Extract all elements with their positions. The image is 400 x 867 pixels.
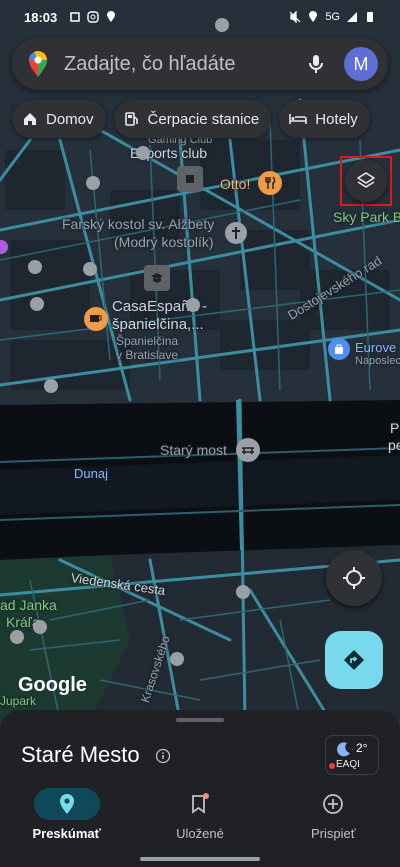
parking-icon[interactable] bbox=[83, 262, 97, 276]
map-label-stary-most[interactable]: Starý most bbox=[160, 442, 227, 458]
weather-temperature: 2° bbox=[356, 741, 368, 755]
chip-label: Čerpacie stanice bbox=[147, 110, 260, 128]
nav-saved[interactable]: Uložené bbox=[133, 788, 266, 848]
chip-hotels[interactable]: Hotely bbox=[279, 100, 370, 138]
map-label-sky-park[interactable]: Sky Park B bbox=[333, 209, 400, 225]
chip-gas-stations[interactable]: Čerpacie stanice bbox=[113, 100, 272, 138]
google-logo: Google bbox=[18, 674, 87, 696]
parking-icon[interactable] bbox=[86, 176, 100, 190]
nav-contribute-pill[interactable] bbox=[300, 788, 366, 820]
air-quality-label: EAQI bbox=[336, 759, 360, 770]
search-bar[interactable]: Zadajte, čo hľadáte M bbox=[12, 38, 388, 90]
signal-icon bbox=[347, 12, 357, 22]
nav-explore[interactable]: Preskúmať bbox=[0, 788, 133, 848]
restaurant-poi-icon[interactable] bbox=[258, 171, 282, 195]
parking-icon[interactable] bbox=[136, 146, 150, 160]
battery-icon bbox=[367, 12, 373, 22]
bottom-navigation: Preskúmať Uložené Prispieť bbox=[0, 788, 400, 848]
crosshair-icon bbox=[343, 567, 365, 589]
nav-explore-pill[interactable] bbox=[33, 788, 100, 820]
map-label-casa-sub1: Španielčina bbox=[116, 334, 179, 348]
parking-icon[interactable] bbox=[170, 652, 184, 666]
school-poi-icon[interactable] bbox=[144, 265, 170, 291]
nav-label: Preskúmať bbox=[32, 826, 101, 841]
parking-icon[interactable] bbox=[30, 297, 44, 311]
layers-icon bbox=[357, 172, 375, 188]
shopping-poi-icon[interactable] bbox=[328, 338, 350, 360]
category-chips: Domov Čerpacie stanice Hotely bbox=[12, 100, 370, 138]
status-bar: 18:03 5G bbox=[0, 0, 400, 34]
map-label-church[interactable]: Farský kostol sv. Alžbety bbox=[62, 216, 214, 232]
chip-label: Domov bbox=[46, 110, 94, 128]
nav-label: Uložené bbox=[176, 826, 224, 841]
microphone-icon[interactable] bbox=[304, 52, 328, 76]
layers-button[interactable] bbox=[340, 156, 392, 206]
network-type: 5G bbox=[325, 11, 340, 23]
map-label-eurovea-sub: Naposlec bbox=[355, 355, 400, 367]
gas-station-icon bbox=[124, 112, 138, 126]
add-circle-icon bbox=[323, 794, 344, 814]
map-label-edge-pe: pe bbox=[388, 437, 400, 453]
info-icon[interactable] bbox=[155, 748, 171, 764]
bed-icon bbox=[289, 114, 308, 124]
parking-icon[interactable] bbox=[186, 298, 200, 312]
chip-home[interactable]: Domov bbox=[12, 100, 106, 138]
parking-icon[interactable] bbox=[236, 585, 250, 599]
map-label-casa-sub2: v Bratislave bbox=[116, 348, 179, 362]
sheet-drag-handle[interactable] bbox=[176, 718, 224, 722]
layers-button-circle[interactable] bbox=[345, 160, 387, 202]
area-title: Staré Mesto bbox=[21, 742, 140, 767]
location-icon bbox=[309, 11, 318, 22]
gesture-home-bar[interactable] bbox=[140, 857, 260, 861]
map-label-otto[interactable]: Otto! bbox=[220, 176, 250, 192]
explore-pin-icon bbox=[59, 794, 74, 814]
map-label-church-sub: (Modrý kostolík) bbox=[114, 234, 214, 250]
screen-record-icon bbox=[70, 12, 80, 22]
bridge-poi-icon[interactable] bbox=[236, 438, 260, 462]
search-input[interactable]: Zadajte, čo hľadáte bbox=[64, 53, 304, 76]
map-label-casa-2: španielčina,... bbox=[112, 316, 204, 333]
avatar[interactable]: M bbox=[344, 47, 378, 81]
esports-poi-icon[interactable] bbox=[177, 166, 203, 192]
chip-label: Hotely bbox=[315, 110, 358, 128]
clock: 18:03 bbox=[24, 9, 58, 25]
nav-label: Prispieť bbox=[311, 826, 356, 841]
nav-contribute[interactable]: Prispieť bbox=[267, 788, 400, 848]
weather-badge[interactable]: 2° EAQI bbox=[325, 735, 379, 775]
air-quality-dot bbox=[329, 763, 335, 769]
nav-saved-pill[interactable] bbox=[167, 788, 233, 820]
bookmark-icon bbox=[192, 793, 209, 814]
map-label-eurovea[interactable]: Eurove bbox=[355, 340, 396, 355]
instagram-icon bbox=[87, 11, 99, 23]
map-label-river-dunaj: Dunaj bbox=[74, 466, 108, 481]
cafe-poi-icon[interactable] bbox=[84, 307, 108, 331]
map-label-edge-p: P bbox=[390, 420, 400, 436]
location-status-icon bbox=[107, 11, 116, 22]
my-location-button[interactable] bbox=[326, 550, 382, 606]
home-icon bbox=[24, 113, 36, 125]
directions-button[interactable] bbox=[325, 631, 383, 689]
church-poi-icon[interactable] bbox=[225, 222, 247, 244]
parking-icon[interactable] bbox=[44, 379, 58, 393]
parking-icon[interactable] bbox=[33, 620, 47, 634]
parking-icon[interactable] bbox=[10, 630, 24, 644]
maps-pin-logo-icon bbox=[29, 51, 47, 77]
directions-icon bbox=[344, 650, 364, 670]
map-label-park-janka[interactable]: ad Janka bbox=[0, 597, 57, 613]
mute-icon bbox=[289, 11, 301, 23]
moon-icon bbox=[337, 742, 350, 757]
parking-icon[interactable] bbox=[28, 260, 42, 274]
